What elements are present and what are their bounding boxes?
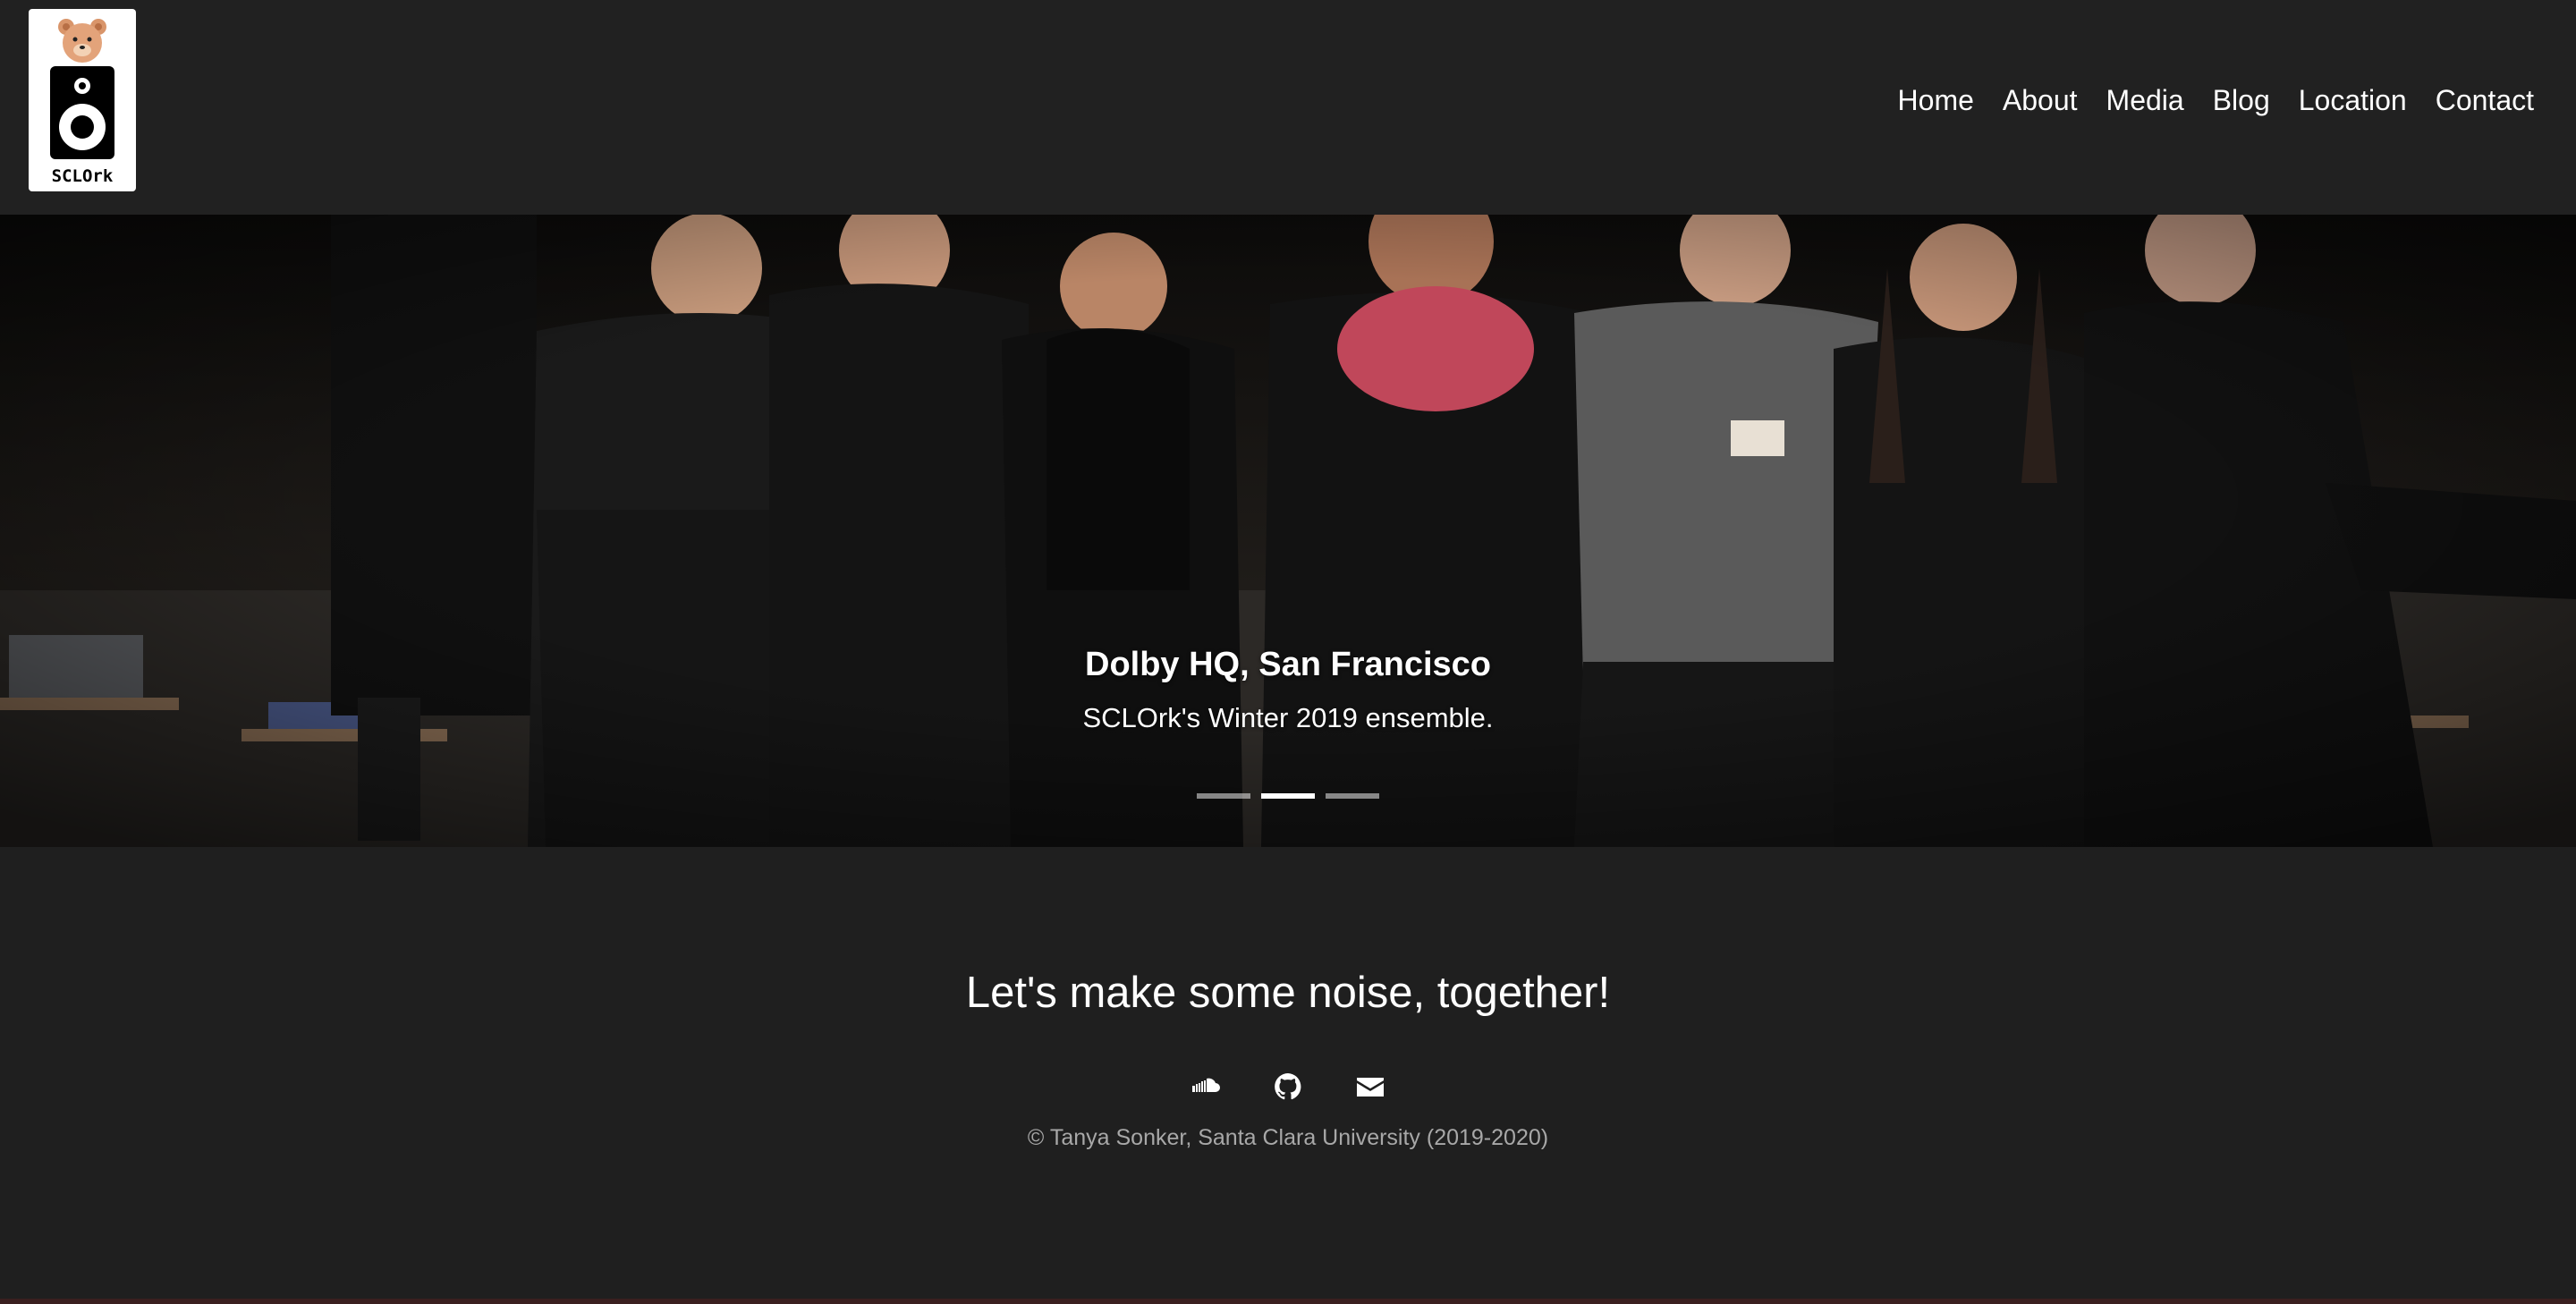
bottom-edge	[0, 1299, 2576, 1304]
teddy-bear-speaker-logo-icon	[50, 19, 114, 159]
nav-location[interactable]: Location	[2299, 80, 2407, 120]
carousel-indicator-3[interactable]	[1326, 793, 1379, 799]
nav-blog[interactable]: Blog	[2213, 80, 2270, 120]
carousel-indicator-2[interactable]	[1261, 793, 1315, 799]
hero-carousel[interactable]: Dolby HQ, San Francisco SCLOrk's Winter …	[0, 215, 2576, 847]
ensemble-photo	[0, 215, 2576, 847]
carousel-indicator-1[interactable]	[1197, 793, 1250, 799]
envelope-icon[interactable]	[1354, 1071, 1386, 1103]
carousel-caption: Dolby HQ, San Francisco SCLOrk's Winter …	[0, 642, 2576, 737]
nav-media[interactable]: Media	[2106, 80, 2184, 120]
soundcloud-icon[interactable]	[1190, 1071, 1222, 1103]
carousel-indicators	[0, 793, 2576, 799]
github-icon[interactable]	[1272, 1071, 1304, 1103]
nav-contact[interactable]: Contact	[2436, 80, 2534, 120]
sclork-logo[interactable]: SCLOrk	[29, 9, 136, 191]
caption-title: Dolby HQ, San Francisco	[1085, 646, 1491, 683]
navbar: SCLOrk Home About Media Blog Location Co…	[0, 0, 2576, 215]
main-nav: Home About Media Blog Location Contact	[1898, 80, 2534, 120]
caption-subtitle: SCLOrk's Winter 2019 ensemble.	[1082, 702, 1494, 733]
logo-text: SCLOrk	[51, 166, 114, 186]
social-links	[0, 1071, 2576, 1103]
footer: Let's make some noise, together! © Tanya…	[0, 847, 2576, 1304]
nav-home[interactable]: Home	[1898, 80, 1974, 120]
copyright-text: © Tanya Sonker, Santa Clara University (…	[1027, 1125, 1549, 1150]
nav-about[interactable]: About	[2003, 80, 2078, 120]
footer-tagline: Let's make some noise, together!	[965, 969, 1611, 1017]
